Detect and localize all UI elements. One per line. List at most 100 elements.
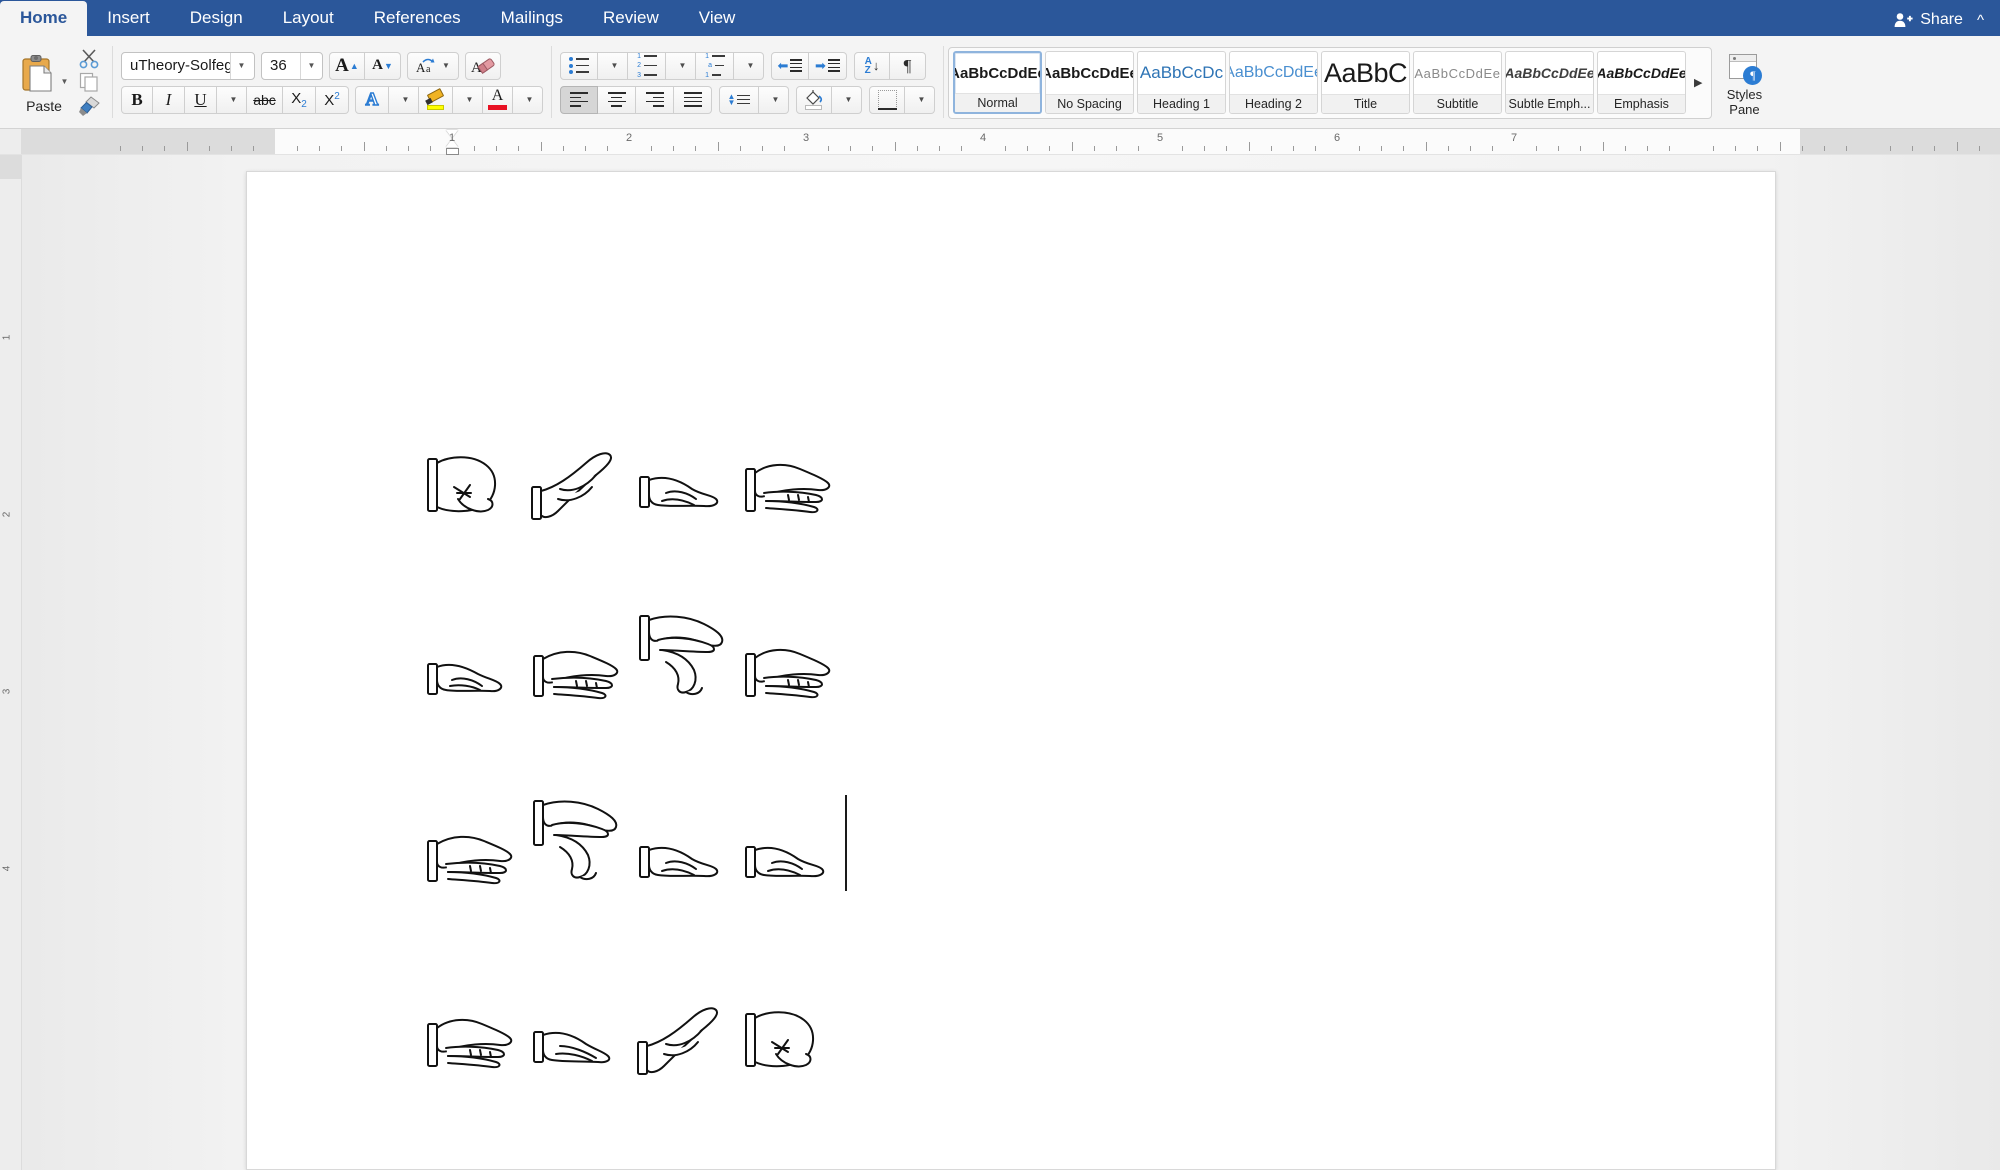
chevron-down-icon: ▼ <box>611 61 619 70</box>
sort-button[interactable]: AZ↓ <box>854 52 890 80</box>
ruler-tick <box>541 142 542 151</box>
subscript-button[interactable]: X2 <box>283 86 316 114</box>
copy-icon[interactable] <box>78 71 100 93</box>
tab-mailings[interactable]: Mailings <box>481 1 583 36</box>
font-color-button[interactable]: A <box>483 86 513 114</box>
change-case-icon: A a <box>416 57 438 75</box>
ruler-tick <box>1735 146 1736 151</box>
paintbrush-icon[interactable] <box>77 95 101 117</box>
ruler-tick <box>496 146 497 151</box>
text-effects-button[interactable]: A <box>355 86 389 114</box>
ruler-tick <box>1625 146 1626 151</box>
tab-references[interactable]: References <box>354 1 481 36</box>
underline-dropdown-button[interactable]: ▼ <box>217 86 247 114</box>
document-body[interactable] <box>247 172 1775 1082</box>
bold-label: B <box>131 90 142 110</box>
style-subtle-emphasis[interactable]: AaBbCcDdEe Subtle Emph... <box>1505 51 1594 114</box>
tab-insert[interactable]: Insert <box>87 1 170 36</box>
handsign-re <box>525 407 631 527</box>
style-heading-1[interactable]: AaBbCcDc Heading 1 <box>1137 51 1226 114</box>
style-heading-2[interactable]: AaBbCcDdEe Heading 2 <box>1229 51 1318 114</box>
style-emphasis[interactable]: AaBbCcDdEe Emphasis <box>1597 51 1686 114</box>
strikethrough-button[interactable]: abc <box>247 86 283 114</box>
shading-button[interactable] <box>796 86 832 114</box>
bold-button[interactable]: B <box>121 86 153 114</box>
share-button[interactable]: Share <box>1894 11 1963 29</box>
font-color-dropdown-button[interactable]: ▼ <box>513 86 543 114</box>
horizontal-ruler[interactable]: 1234567 <box>22 129 2000 154</box>
superscript-button[interactable]: X2 <box>316 86 349 114</box>
style-normal[interactable]: AaBbCcDdEe Normal <box>953 51 1042 114</box>
shrink-font-button[interactable]: A▼ <box>365 52 401 80</box>
font-name-combo[interactable]: uTheory-Solfeg... ▼ <box>121 52 255 80</box>
tab-layout[interactable]: Layout <box>263 1 354 36</box>
font-color-label: A <box>492 89 504 103</box>
numbering-dropdown-button[interactable]: ▼ <box>666 52 696 80</box>
style-no-spacing[interactable]: AaBbCcDdEe No Spacing <box>1045 51 1134 114</box>
handsign-fa <box>737 407 843 527</box>
change-case-button[interactable]: A a ▼ <box>407 52 459 80</box>
font-size-combo[interactable]: 36 ▼ <box>261 52 323 80</box>
sort-and-marks-buttons: AZ↓ ¶ <box>854 52 926 80</box>
clear-formatting-group: A <box>465 52 501 80</box>
font-size-dropdown-icon[interactable]: ▼ <box>300 53 322 79</box>
align-right-button[interactable] <box>636 86 674 114</box>
italic-button[interactable]: I <box>153 86 185 114</box>
left-indent-marker[interactable] <box>446 148 459 155</box>
ruler-left-margin <box>22 129 275 154</box>
change-case-group: A a ▼ <box>407 52 459 80</box>
style-subtitle[interactable]: AaBbCcDdEe Subtitle <box>1413 51 1502 114</box>
highlight-dropdown-button[interactable]: ▼ <box>453 86 483 114</box>
align-left-button[interactable] <box>560 86 598 114</box>
handsign-ti <box>631 592 737 712</box>
highlight-button[interactable] <box>419 86 453 114</box>
shading-dropdown-button[interactable]: ▼ <box>832 86 862 114</box>
styles-pane-button[interactable]: ¶ Styles Pane <box>1712 48 1776 117</box>
tab-view[interactable]: View <box>679 1 756 36</box>
page-area[interactable] <box>22 155 2000 1170</box>
align-center-button[interactable] <box>598 86 636 114</box>
borders-button[interactable] <box>869 86 905 114</box>
handsign-mi-3 <box>737 777 843 897</box>
scissors-icon[interactable] <box>78 47 100 69</box>
show-formatting-marks-button[interactable]: ¶ <box>890 52 926 80</box>
clear-formatting-button[interactable]: A <box>465 52 501 80</box>
chevron-down-icon: ▼ <box>918 95 926 104</box>
chevron-down-icon: ▼ <box>466 95 474 104</box>
borders-dropdown-button[interactable]: ▼ <box>905 86 935 114</box>
paste-button[interactable]: ▼ Paste <box>14 50 74 114</box>
handsign-mi-4 <box>525 962 631 1082</box>
ruler-tick <box>872 146 873 151</box>
multilevel-dropdown-button[interactable]: ▼ <box>734 52 764 80</box>
style-title[interactable]: AaBbC Title <box>1321 51 1410 114</box>
decrease-indent-button[interactable]: ⬅ <box>771 52 809 80</box>
justify-button[interactable] <box>674 86 712 114</box>
document-page[interactable] <box>246 171 1776 1170</box>
grow-font-button[interactable]: A▲ <box>329 52 365 80</box>
increase-indent-button[interactable]: ➡ <box>809 52 847 80</box>
bullets-dropdown-button[interactable]: ▼ <box>598 52 628 80</box>
font-name-dropdown-icon[interactable]: ▼ <box>230 53 252 79</box>
styles-gallery-more-icon[interactable]: ▶ <box>1689 76 1707 89</box>
tab-home[interactable]: Home <box>0 1 87 36</box>
ruler-tick <box>585 146 586 151</box>
collapse-ribbon-icon[interactable]: ^ <box>1977 12 1988 29</box>
bullets-button[interactable] <box>560 52 598 80</box>
underline-label: U <box>194 90 206 110</box>
style-preview: AaBbCcDdEe <box>1506 65 1593 81</box>
change-case-dropdown-icon[interactable]: ▼ <box>442 61 450 70</box>
vertical-ruler[interactable]: 1234 <box>0 155 22 1170</box>
tab-design[interactable]: Design <box>170 1 263 36</box>
paste-dropdown-icon[interactable]: ▼ <box>61 77 69 86</box>
ruler-tick <box>1359 146 1360 151</box>
text-effects-dropdown-button[interactable]: ▼ <box>389 86 419 114</box>
numbering-button[interactable]: 1 2 3 <box>628 52 666 80</box>
font-name-value: uTheory-Solfeg... <box>122 57 230 74</box>
underline-button[interactable]: U <box>185 86 217 114</box>
line-spacing-group: ▲▼ ▼ <box>719 86 789 114</box>
line-spacing-dropdown-button[interactable]: ▼ <box>759 86 789 114</box>
line-spacing-button[interactable]: ▲▼ <box>719 86 759 114</box>
share-label: Share <box>1920 11 1963 29</box>
tab-review[interactable]: Review <box>583 1 679 36</box>
multilevel-list-button[interactable]: 1 a 1 <box>696 52 734 80</box>
